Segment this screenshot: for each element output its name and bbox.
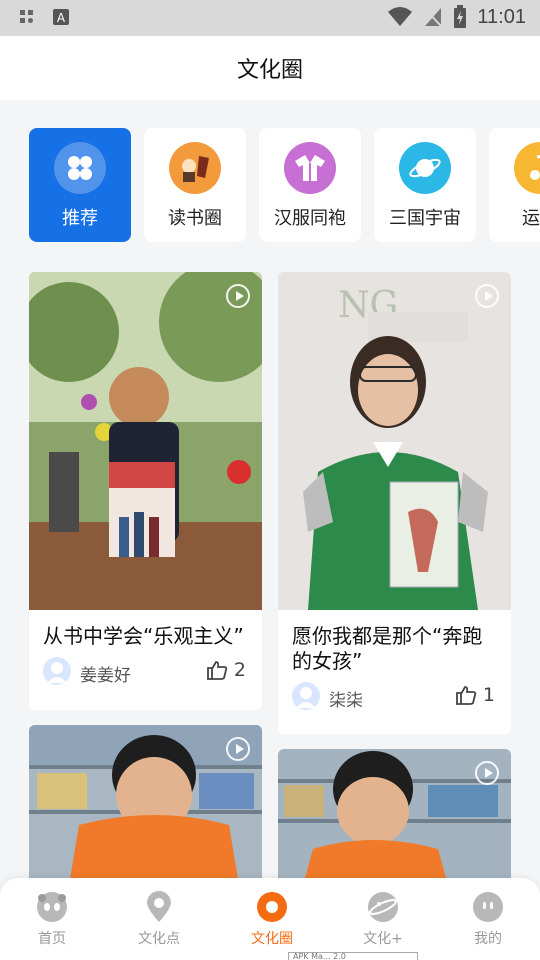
- tab-label: 文化圈: [251, 931, 293, 947]
- card-title[interactable]: 从书中学会“乐观主义”: [29, 610, 262, 649]
- video-thumbnail[interactable]: [278, 749, 511, 885]
- font-a-icon: A: [53, 9, 69, 25]
- grid-icon: [54, 142, 106, 194]
- avatar[interactable]: [292, 682, 320, 710]
- play-icon: [226, 737, 250, 761]
- category-sports[interactable]: 运动: [489, 128, 540, 242]
- wifi-icon: [388, 7, 413, 26]
- category-label: 运动: [522, 208, 540, 229]
- category-recommend[interactable]: 推荐: [29, 128, 131, 242]
- author-name[interactable]: 柒柒: [329, 686, 363, 711]
- apps-grid-icon: [20, 10, 33, 23]
- hanfu-icon: [284, 142, 336, 194]
- like-button[interactable]: 2: [206, 659, 246, 681]
- video-thumbnail[interactable]: [29, 725, 262, 885]
- feed-card[interactable]: NG 愿你我都是那个“奔跑的女孩” 柒柒 1: [278, 272, 511, 734]
- video-thumbnail-image: NG: [278, 272, 511, 610]
- category-label: 推荐: [62, 208, 98, 229]
- tab-label: 我的: [474, 931, 502, 947]
- play-icon: [475, 761, 499, 785]
- bottom-tab-bar: 首页 文化点 文化圈 文化+ 我的: [0, 878, 540, 960]
- card-meta: 姜姜好 2: [29, 649, 262, 697]
- thumbs-up-icon: [207, 661, 228, 680]
- tab-me[interactable]: 我的: [438, 892, 538, 948]
- svg-text:A: A: [57, 11, 66, 25]
- panda-icon: [37, 892, 67, 922]
- tab-home[interactable]: 首页: [2, 892, 102, 948]
- category-hanfu[interactable]: 汉服同袍: [259, 128, 361, 242]
- category-label: 三国宇宙: [389, 208, 461, 229]
- play-icon: [475, 284, 499, 308]
- video-thumbnail[interactable]: [29, 272, 262, 610]
- page-title: 文化圈: [236, 58, 303, 83]
- battery-charging-icon: [454, 5, 467, 28]
- video-thumbnail-image: [29, 272, 262, 610]
- location-pin-icon: [144, 891, 174, 922]
- status-bar: A 11:01: [0, 0, 540, 36]
- category-label: 读书圈: [168, 208, 222, 229]
- category-reading[interactable]: 读书圈: [144, 128, 246, 242]
- face-icon: [473, 892, 503, 922]
- tab-label: 首页: [38, 931, 66, 947]
- app-header: 文化圈: [0, 36, 540, 100]
- category-scroller[interactable]: 推荐 读书圈 汉服同袍 三国宇宙 运动: [0, 100, 540, 260]
- record-circle-icon: [257, 892, 287, 922]
- status-time: 11:01: [477, 5, 526, 28]
- card-title[interactable]: 愿你我都是那个“奔跑的女孩”: [278, 610, 511, 674]
- music-note-icon: [514, 142, 540, 194]
- like-button[interactable]: 1: [455, 684, 495, 706]
- avatar[interactable]: [43, 657, 71, 685]
- apk-version-overlay: APK Ma... 2.0: [288, 952, 418, 960]
- tab-label: 文化+: [363, 931, 403, 947]
- play-icon: [226, 284, 250, 308]
- feed-card[interactable]: 从书中学会“乐观主义” 姜姜好 2: [29, 272, 262, 710]
- like-count: 2: [233, 659, 246, 681]
- signal-off-icon: [425, 8, 443, 27]
- tab-culture-plus[interactable]: 文化+: [333, 892, 433, 948]
- video-thumbnail[interactable]: NG: [278, 272, 511, 610]
- feed-card[interactable]: [278, 749, 511, 885]
- reading-logo-icon: [169, 142, 221, 194]
- category-three-kingdoms[interactable]: 三国宇宙: [374, 128, 476, 242]
- like-count: 1: [482, 684, 495, 706]
- author-name[interactable]: 姜姜好: [80, 661, 131, 686]
- planet-icon: [399, 142, 451, 194]
- tab-culture-circle[interactable]: 文化圈: [222, 892, 322, 948]
- feed-card[interactable]: [29, 725, 262, 885]
- planet-icon: [368, 892, 398, 922]
- thumbs-up-icon: [456, 686, 477, 705]
- card-meta: 柒柒 1: [278, 674, 511, 722]
- category-label: 汉服同袍: [274, 208, 346, 229]
- tab-culture-spot[interactable]: 文化点: [109, 891, 209, 948]
- tab-label: 文化点: [138, 931, 180, 947]
